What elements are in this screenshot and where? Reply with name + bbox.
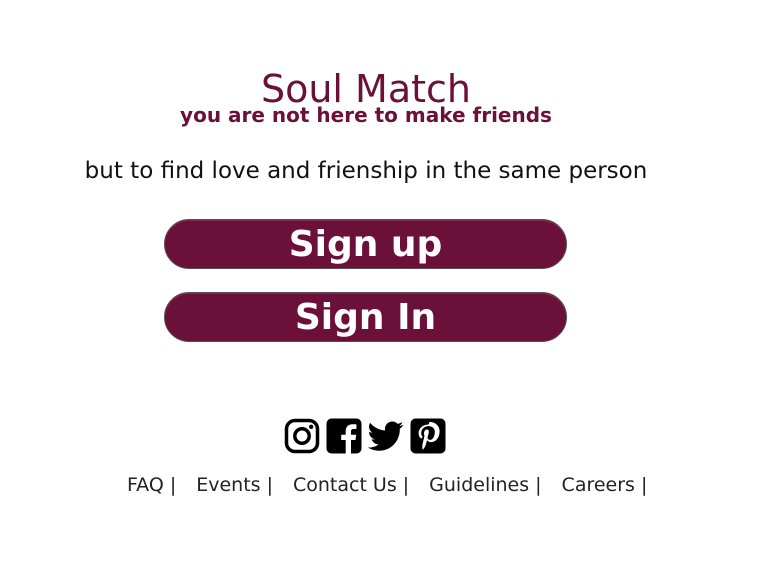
footer-links: FAQ | Events | Contact Us | Guidelines | Car… [127,472,667,498]
subline: but to find love and frienship in the sa… [84,158,648,184]
footer-separator: | [640,474,648,496]
sign-in-button[interactable]: Sign In [164,292,567,342]
tagline: you are not here to make friends [180,103,552,127]
facebook-icon[interactable] [326,418,362,454]
footer-link-careers[interactable]: Careers [562,472,635,498]
footer-separator: | [402,474,410,496]
pinterest-icon[interactable] [410,418,446,454]
twitter-icon[interactable] [368,418,404,454]
footer-link-events[interactable]: Events [196,472,260,498]
social-links [284,418,446,454]
footer-separator: | [169,474,177,496]
footer-link-faq[interactable]: FAQ [127,472,164,498]
instagram-icon[interactable] [284,418,320,454]
footer-separator: | [535,474,542,496]
footer-separator: | [266,474,273,496]
footer-link-contact-us[interactable]: Contact Us [293,472,397,498]
sign-up-button[interactable]: Sign up [164,219,567,269]
footer-link-guidelines[interactable]: Guidelines [429,472,529,498]
